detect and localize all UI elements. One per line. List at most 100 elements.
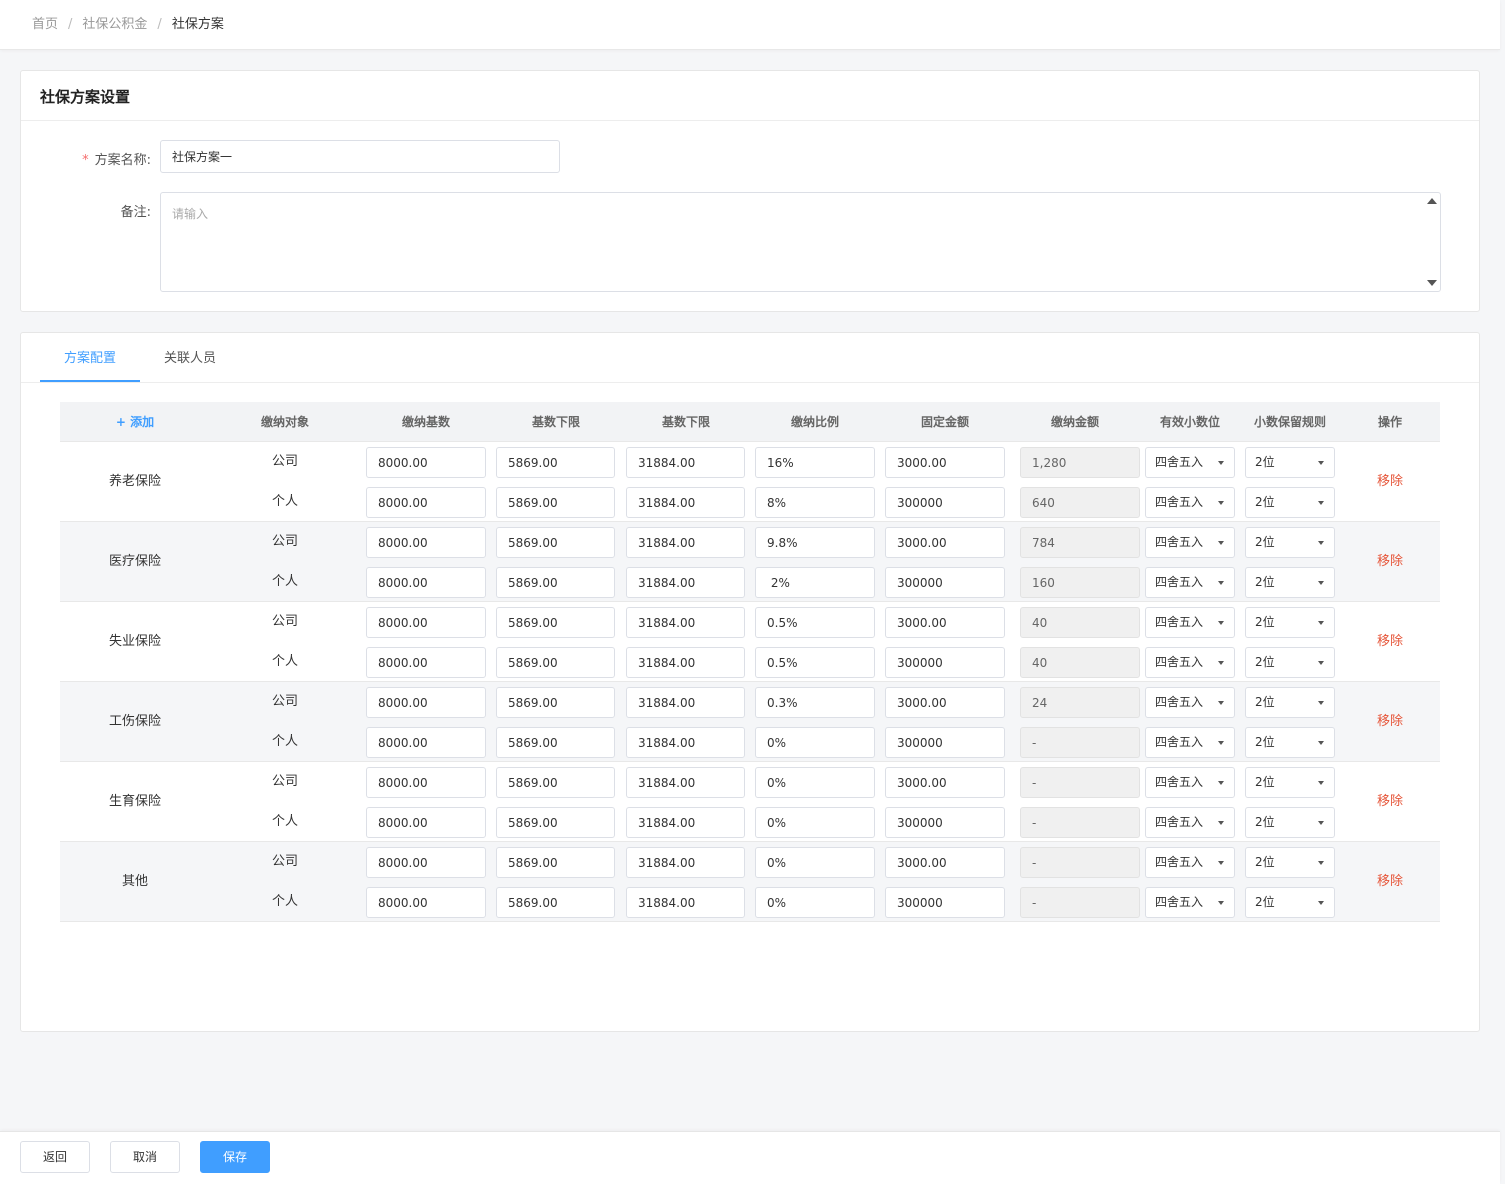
rounding-select[interactable]: 四舍五入 (1145, 847, 1235, 878)
base-input[interactable] (366, 647, 486, 678)
rounding-select[interactable]: 四舍五入 (1145, 687, 1235, 718)
decimals-select[interactable]: 2位 (1245, 527, 1335, 558)
fixed-input[interactable] (885, 607, 1005, 638)
fixed-input[interactable] (885, 527, 1005, 558)
remove-button[interactable]: 移除 (1340, 602, 1440, 682)
ratio-input[interactable] (755, 607, 875, 638)
rounding-select[interactable]: 四舍五入 (1145, 447, 1235, 478)
fixed-input[interactable] (885, 647, 1005, 678)
decimals-select[interactable]: 2位 (1245, 647, 1335, 678)
base-input[interactable] (366, 447, 486, 478)
fixed-input[interactable] (885, 567, 1005, 598)
base-input[interactable] (366, 767, 486, 798)
rounding-select[interactable]: 四舍五入 (1145, 767, 1235, 798)
base-input[interactable] (366, 847, 486, 878)
back-button[interactable]: 返回 (20, 1141, 90, 1173)
rounding-select[interactable]: 四舍五入 (1145, 887, 1235, 918)
upper-input[interactable] (626, 807, 745, 838)
rounding-select[interactable]: 四舍五入 (1145, 807, 1235, 838)
base-input[interactable] (366, 607, 486, 638)
upper-input[interactable] (626, 767, 745, 798)
plan-name-input[interactable] (160, 140, 560, 173)
upper-input[interactable] (626, 567, 745, 598)
decimals-select[interactable]: 2位 (1245, 687, 1335, 718)
upper-input[interactable] (626, 847, 745, 878)
cancel-button[interactable]: 取消 (110, 1141, 180, 1173)
fixed-input[interactable] (885, 807, 1005, 838)
decimals-select[interactable]: 2位 (1245, 887, 1335, 918)
rounding-select[interactable]: 四舍五入 (1145, 567, 1235, 598)
remark-textarea[interactable] (160, 192, 1441, 292)
ratio-input[interactable] (755, 487, 875, 518)
save-button[interactable]: 保存 (200, 1141, 270, 1173)
fixed-input[interactable] (885, 847, 1005, 878)
base-input[interactable] (366, 727, 486, 758)
lower-input[interactable] (496, 727, 615, 758)
add-button[interactable]: + 添加 (60, 402, 210, 442)
breadcrumb-parent[interactable]: 社保公积金 (82, 17, 147, 32)
upper-input[interactable] (626, 527, 745, 558)
upper-input[interactable] (626, 447, 745, 478)
lower-input[interactable] (496, 447, 615, 478)
lower-input[interactable] (496, 647, 615, 678)
lower-input[interactable] (496, 767, 615, 798)
remove-button[interactable]: 移除 (1340, 762, 1440, 842)
base-input[interactable] (366, 807, 486, 838)
base-input[interactable] (366, 687, 486, 718)
ratio-input[interactable] (755, 887, 875, 918)
fixed-input[interactable] (885, 487, 1005, 518)
tab-related-staff[interactable]: 关联人员 (150, 333, 230, 383)
decimals-select[interactable]: 2位 (1245, 727, 1335, 758)
ratio-input[interactable] (755, 847, 875, 878)
fixed-input[interactable] (885, 687, 1005, 718)
tab-plan-config[interactable]: 方案配置 (40, 333, 140, 383)
rounding-select[interactable]: 四舍五入 (1145, 487, 1235, 518)
scroll-down-icon[interactable] (1427, 280, 1437, 286)
remove-button[interactable]: 移除 (1340, 522, 1440, 602)
decimals-select[interactable]: 2位 (1245, 807, 1335, 838)
upper-input[interactable] (626, 607, 745, 638)
ratio-input[interactable] (755, 647, 875, 678)
decimals-select[interactable]: 2位 (1245, 767, 1335, 798)
lower-input[interactable] (496, 807, 615, 838)
remark-scrollbar[interactable] (1424, 193, 1440, 291)
rounding-select[interactable]: 四舍五入 (1145, 607, 1235, 638)
upper-input[interactable] (626, 887, 745, 918)
ratio-input[interactable] (755, 767, 875, 798)
decimals-select[interactable]: 2位 (1245, 447, 1335, 478)
ratio-input[interactable] (755, 687, 875, 718)
ratio-input[interactable] (755, 447, 875, 478)
ratio-input[interactable] (755, 727, 875, 758)
lower-input[interactable] (496, 567, 615, 598)
decimals-select[interactable]: 2位 (1245, 607, 1335, 638)
decimals-select[interactable]: 2位 (1245, 567, 1335, 598)
base-input[interactable] (366, 527, 486, 558)
base-input[interactable] (366, 487, 486, 518)
lower-input[interactable] (496, 847, 615, 878)
fixed-input[interactable] (885, 767, 1005, 798)
decimals-select[interactable]: 2位 (1245, 487, 1335, 518)
base-input[interactable] (366, 887, 486, 918)
upper-input[interactable] (626, 727, 745, 758)
lower-input[interactable] (496, 527, 615, 558)
lower-input[interactable] (496, 607, 615, 638)
fixed-input[interactable] (885, 447, 1005, 478)
rounding-select[interactable]: 四舍五入 (1145, 727, 1235, 758)
rounding-select[interactable]: 四舍五入 (1145, 527, 1235, 558)
upper-input[interactable] (626, 487, 745, 518)
lower-input[interactable] (496, 687, 615, 718)
lower-input[interactable] (496, 887, 615, 918)
fixed-input[interactable] (885, 887, 1005, 918)
rounding-select[interactable]: 四舍五入 (1145, 647, 1235, 678)
decimals-select[interactable]: 2位 (1245, 847, 1335, 878)
fixed-input[interactable] (885, 727, 1005, 758)
breadcrumb-home[interactable]: 首页 (32, 17, 58, 32)
ratio-input[interactable] (755, 567, 875, 598)
lower-input[interactable] (496, 487, 615, 518)
upper-input[interactable] (626, 647, 745, 678)
base-input[interactable] (366, 567, 486, 598)
remove-button[interactable]: 移除 (1340, 682, 1440, 762)
upper-input[interactable] (626, 687, 745, 718)
remove-button[interactable]: 移除 (1340, 442, 1440, 522)
ratio-input[interactable] (755, 807, 875, 838)
